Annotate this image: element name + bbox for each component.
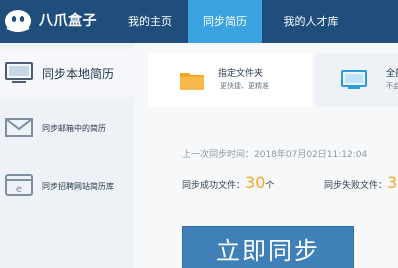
sidebar-item-label: 同步招聘网站简历库 [42,182,114,191]
nav-tab-home[interactable]: 我的主页 [114,0,186,43]
sync-fail-stat: 同步失败文件：3 [324,173,397,192]
sync-now-button[interactable]: 立即同步 [182,226,354,268]
sidebar-item-email-resume[interactable]: 同步邮箱中的简历 [0,103,134,153]
top-nav-bar: 八爪盒子 我的主页 同步简历 我的人才库 [0,0,398,43]
option-subtitle: 不会 [386,82,398,90]
app-logo[interactable]: 八爪盒子 [0,0,120,43]
nav-tab-sync-resume[interactable]: 同步简历 [188,0,262,43]
option-specified-folder[interactable]: 指定文件夹 更快捷、更精准 [148,53,312,107]
sync-option-tabs: 指定文件夹 更快捷、更精准 全部 不会 [134,53,398,107]
mail-icon [5,118,33,137]
browser-icon: e [5,174,33,196]
success-unit: 个 [265,181,275,191]
option-all[interactable]: 全部 不会 [314,53,398,107]
sidebar: 同步本地简历 同步邮箱中的简历 e 同步招聘网站简历库 [0,43,134,268]
fail-count: 3 [387,173,398,192]
nav-tab-talent-pool[interactable]: 我的人才库 [264,0,358,43]
brand-name: 八爪盒子 [39,13,97,29]
sync-success-stat: 同步成功文件：30个 [182,173,274,192]
monitor-icon [341,70,367,89]
last-sync-time: 上一次同步时间：2018年07月02日11:12:04 [182,150,368,160]
monitor-icon [5,62,33,83]
success-label: 同步成功文件： [182,181,246,191]
folder-icon [180,73,204,90]
svg-text:e: e [16,184,22,195]
main-panel: 指定文件夹 更快捷、更精准 全部 不会 上一次同步时间：2018年07月02日1… [134,43,398,268]
success-count: 30 [245,173,266,192]
mascot-icon [5,10,31,32]
option-title: 指定文件夹 [218,69,264,79]
sidebar-item-job-site-resume[interactable]: e 同步招聘网站简历库 [0,161,134,211]
sidebar-item-label: 同步本地简历 [42,67,115,81]
sidebar-item-local-resume[interactable]: 同步本地简历 [0,49,134,97]
sidebar-item-label: 同步邮箱中的简历 [42,124,106,133]
option-subtitle: 更快捷、更精准 [220,82,269,90]
fail-label: 同步失败文件： [324,181,388,191]
option-title: 全部 [386,69,398,79]
